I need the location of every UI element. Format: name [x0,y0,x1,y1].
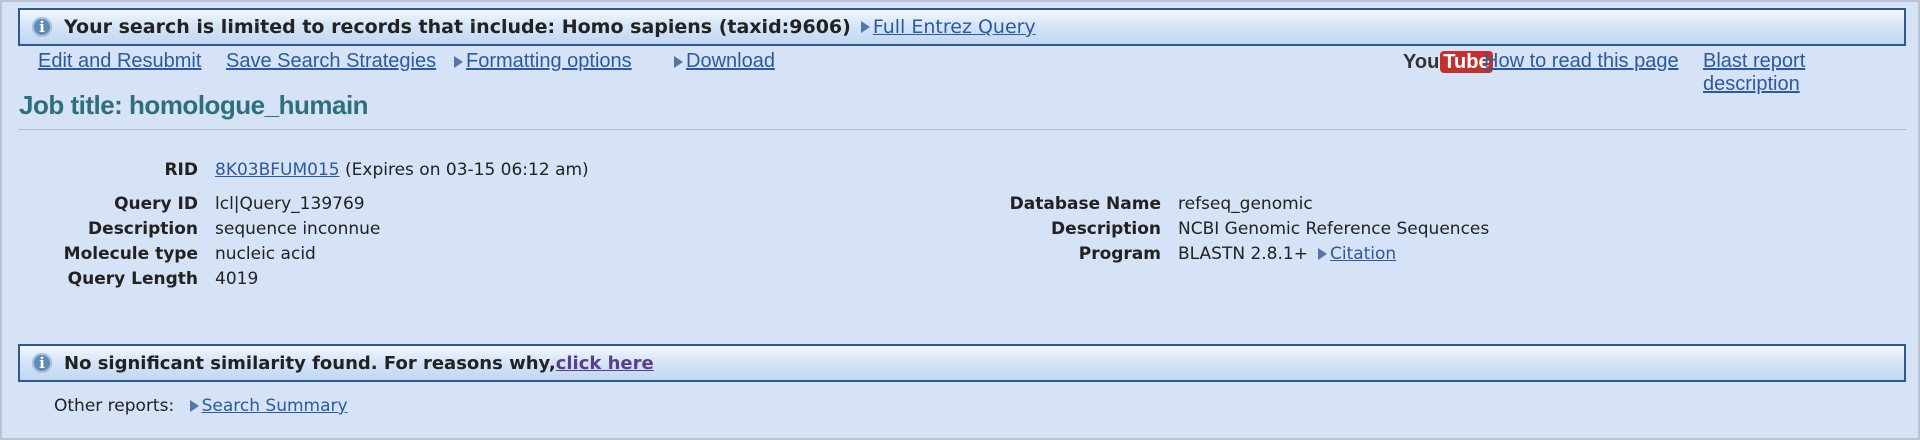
search-limit-notice: i Your search is limited to records that… [18,8,1906,46]
program-label: Program [1078,244,1161,264]
download-toggle[interactable]: Download [674,50,775,73]
query-length-label: Query Length [67,269,198,289]
save-search-strategies-link[interactable]: Save Search Strategies [226,50,436,73]
full-entrez-query-link[interactable]: Full Entrez Query [873,16,1036,38]
report-toolbar: Edit and Resubmit Save Search Strategies… [38,50,1902,95]
database-name-value: refseq_genomic [1178,194,1313,214]
database-description-value: NCBI Genomic Reference Sequences [1178,219,1490,239]
search-limit-message: Your search is limited to records that i… [64,16,851,38]
how-to-read-link[interactable]: How to read this page [1484,50,1679,73]
info-icon: i [32,17,52,37]
no-similarity-notice: i No significant similarity found. For r… [18,344,1906,382]
no-similarity-message: No significant similarity found. For rea… [64,352,556,374]
triangle-right-icon [189,400,199,412]
results-panel: i Your search is limited to records that… [0,0,1920,440]
query-description-value: sequence inconnue [215,219,381,239]
molecule-type-label: Molecule type [63,244,198,264]
query-length-value: 4019 [215,269,259,289]
molecule-type-value: nucleic acid [215,244,316,264]
triangle-right-icon [454,55,463,68]
info-icon: i [32,353,52,373]
rid-expires: (Expires on 03-15 06:12 am) [345,160,589,180]
rid-link[interactable]: 8K03BFUM015 [215,160,340,180]
click-here-link[interactable]: click here [556,353,654,374]
query-id-label: Query ID [114,194,198,214]
triangle-right-icon [1317,248,1327,260]
program-value: BLASTN 2.8.1+ [1178,244,1308,264]
blast-report-description-link[interactable]: Blast report description [1703,50,1902,96]
formatting-options-link[interactable]: Formatting options [466,50,632,72]
search-summary-link[interactable]: Search Summary [202,396,348,416]
download-link[interactable]: Download [686,50,775,72]
rid-label: RID [164,160,198,180]
triangle-right-icon [674,55,683,68]
triangle-right-icon [860,21,870,33]
youtube-logo[interactable]: You Tube [1403,51,1493,74]
edit-resubmit-link[interactable]: Edit and Resubmit [38,50,201,73]
database-name-label: Database Name [1009,194,1161,214]
formatting-options-toggle[interactable]: Formatting options [454,50,632,73]
query-id-value: lcl|Query_139769 [215,194,365,214]
other-reports: Other reports: Search Summary [54,396,348,416]
job-title: Job title: homologue_humain [19,90,369,120]
query-description-label: Description [88,219,198,239]
other-reports-label: Other reports: [54,396,175,416]
divider [18,129,1906,130]
database-description-label: Description [1051,219,1161,239]
citation-link[interactable]: Citation [1330,244,1396,264]
